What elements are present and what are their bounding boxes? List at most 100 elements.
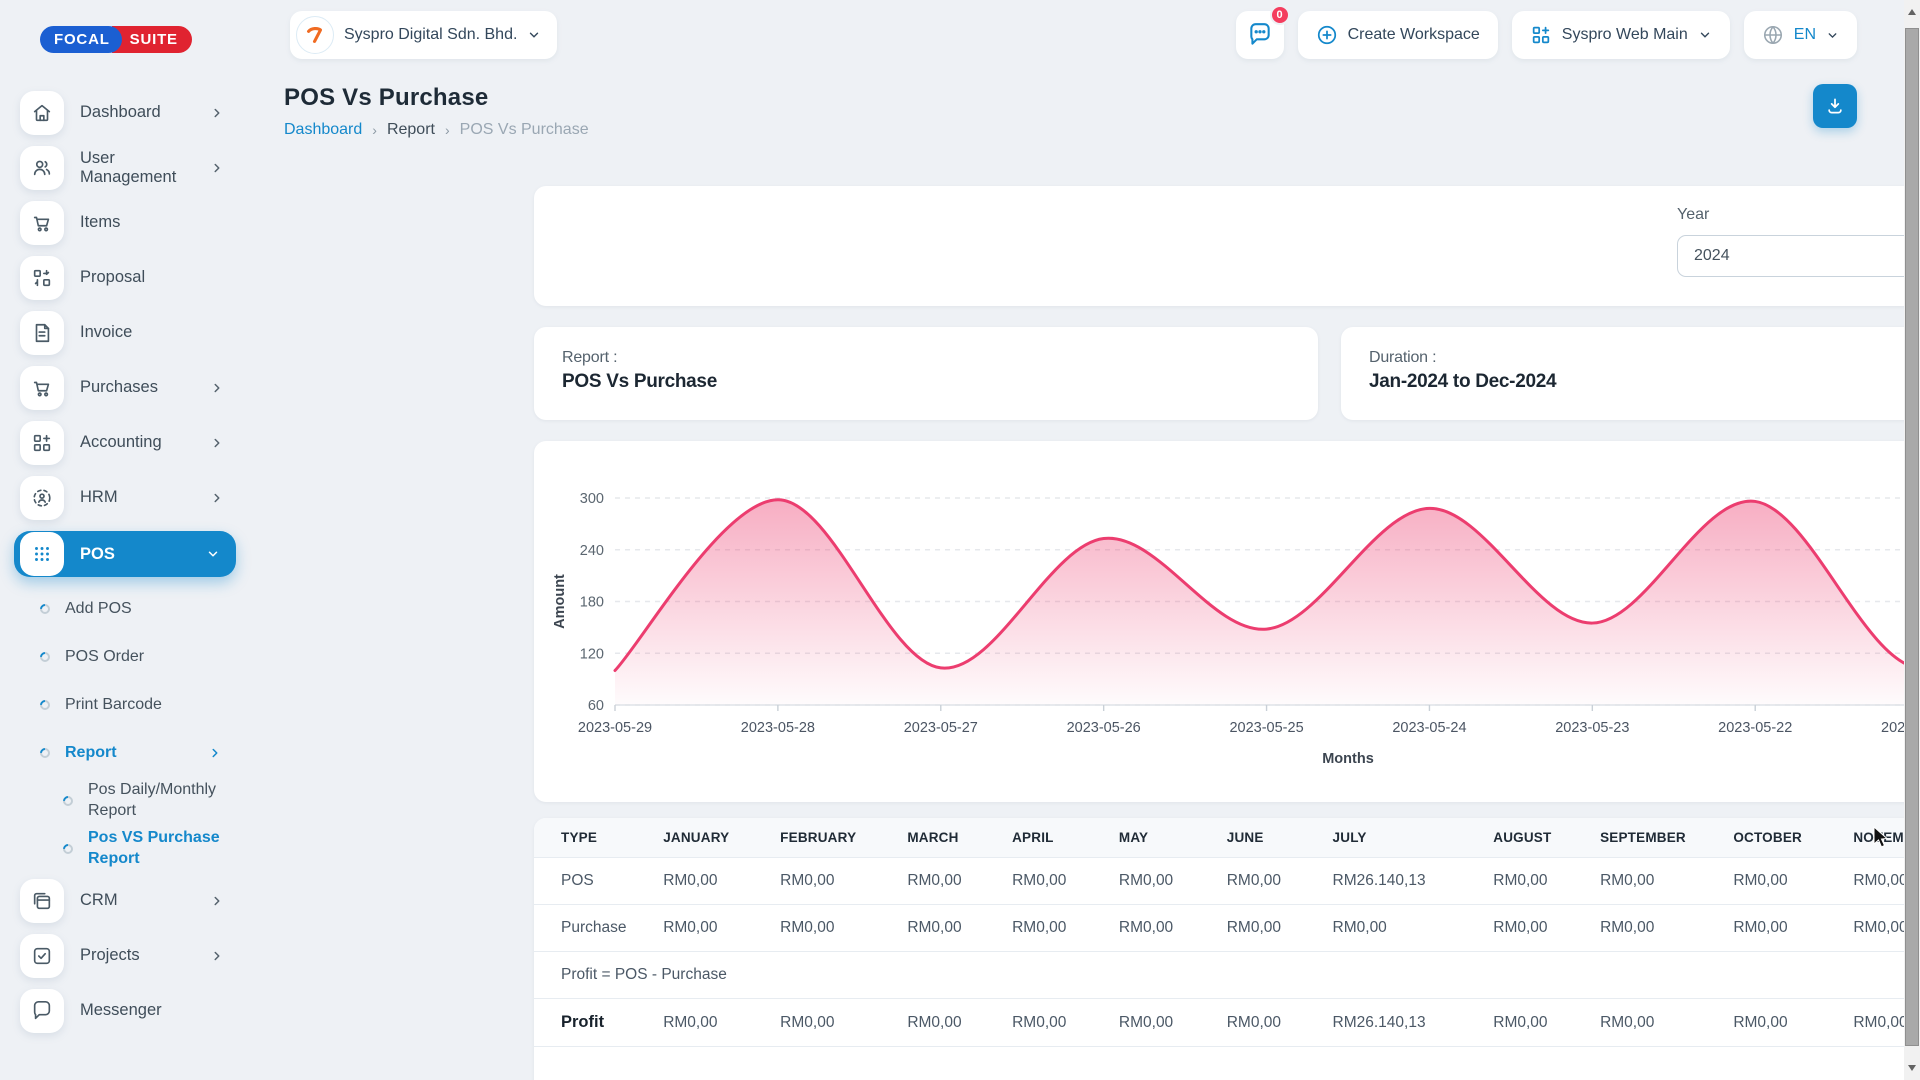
- sidebar-item-proposal[interactable]: Proposal: [0, 250, 250, 305]
- create-workspace-button[interactable]: Create Workspace: [1298, 11, 1498, 59]
- amount-cell: RM0,00: [780, 858, 907, 905]
- chat-button[interactable]: 0: [1236, 11, 1284, 59]
- sidebar-item-purchases[interactable]: Purchases: [0, 360, 250, 415]
- sidebar-item-items[interactable]: Items: [0, 195, 250, 250]
- sidebar-item-pos-vs-purchase-report[interactable]: Pos VS Purchase Report: [0, 825, 250, 873]
- sidebar-item-pos-order[interactable]: POS Order: [0, 633, 250, 681]
- scrollbar-down-arrow-icon[interactable]: [1908, 1065, 1916, 1071]
- pos-vs-purchase-area-chart[interactable]: 300240180120602023-05-292023-05-282023-0…: [534, 441, 1920, 802]
- duration-label: Duration :: [1369, 349, 1920, 367]
- download-icon: [1825, 96, 1845, 116]
- amount-cell: RM26.140,13: [1333, 999, 1494, 1047]
- crm-icon: [20, 879, 64, 923]
- projects-icon: [20, 934, 64, 978]
- amount-cell: RM26.140,13: [1333, 858, 1494, 905]
- workspace-logo: [296, 16, 334, 54]
- chevron-down-icon: [1698, 28, 1712, 42]
- breadcrumb-current: POS Vs Purchase: [460, 121, 589, 139]
- main-area: Syspro Digital Sdn. Bhd. 0 Create Worksp…: [250, 0, 1904, 1080]
- web-main-selector[interactable]: Syspro Web Main: [1512, 11, 1730, 59]
- column-header-october: OCTOBER: [1733, 818, 1853, 858]
- sidebar-item-accounting[interactable]: Accounting: [0, 415, 250, 470]
- table-row-pos[interactable]: POSRM0,00RM0,00RM0,00RM0,00RM0,00RM0,00R…: [534, 858, 1920, 905]
- row-label: Purchase: [534, 905, 663, 952]
- table-row-profit[interactable]: ProfitRM0,00RM0,00RM0,00RM0,00RM0,00RM0,…: [534, 999, 1920, 1047]
- sidebar-subitem-label: POS Order: [65, 647, 144, 668]
- sidebar-nav: Dashboard User Management ItemsProposal Inv…: [0, 85, 250, 1038]
- topbar: Syspro Digital Sdn. Bhd. 0 Create Worksp…: [250, 0, 1904, 70]
- column-header-february: FEBRUARY: [780, 818, 907, 858]
- amount-cell: RM0,00: [1012, 858, 1119, 905]
- sidebar-item-label: Invoice: [80, 323, 250, 342]
- sidebar-subitem-label: Report: [65, 743, 117, 764]
- year-select[interactable]: 2024: [1677, 235, 1920, 277]
- sidebar-item-label: Projects: [80, 946, 210, 965]
- sidebar-item-invoice[interactable]: Invoice: [0, 305, 250, 360]
- chevron-right-icon: [210, 949, 224, 963]
- x-tick-label: 2023-05-28: [741, 720, 815, 736]
- amount-cell: RM0,00: [1119, 858, 1227, 905]
- column-header-july: JULY: [1333, 818, 1494, 858]
- column-header-april: APRIL: [1012, 818, 1119, 858]
- amount-cell: RM0,00: [663, 999, 780, 1047]
- sidebar-item-label: Accounting: [80, 433, 210, 452]
- pos-vs-purchase-table: TYPEJANUARYFEBRUARYMARCHAPRILMAYJUNEJULY…: [534, 818, 1920, 1047]
- chat-bubble-icon: [1247, 22, 1273, 48]
- sidebar-item-pos-daily-monthly-report[interactable]: Pos Daily/Monthly Report: [0, 777, 250, 825]
- breadcrumb-dashboard-link[interactable]: Dashboard: [284, 121, 362, 139]
- report-table-card: TYPEJANUARYFEBRUARYMARCHAPRILMAYJUNEJULY…: [534, 818, 1920, 1080]
- x-tick-label: 2023-05-24: [1392, 720, 1466, 736]
- sidebar-item-label: Messenger: [80, 1001, 250, 1020]
- scrollbar-up-arrow-icon[interactable]: [1908, 9, 1916, 15]
- sidebar-item-hrm[interactable]: HRM: [0, 470, 250, 525]
- column-header-august: AUGUST: [1493, 818, 1600, 858]
- invoice-icon: [20, 311, 64, 355]
- logo-focal: FOCAL: [40, 26, 122, 53]
- breadcrumb-report-link[interactable]: Report: [387, 121, 435, 139]
- report-value: POS Vs Purchase: [562, 371, 1290, 393]
- sidebar: FOCAL SUITE Dashboard User Management Item…: [0, 0, 250, 1080]
- amount-cell: RM0,00: [1600, 999, 1733, 1047]
- vertical-scrollbar[interactable]: [1904, 0, 1920, 1080]
- sidebar-item-messenger[interactable]: Messenger: [0, 983, 250, 1038]
- duration-summary-card: Duration : Jan-2024 to Dec-2024: [1341, 327, 1920, 420]
- sidebar-subitem-label: Print Barcode: [65, 695, 162, 716]
- focal-suite-logo[interactable]: FOCAL SUITE: [40, 26, 192, 53]
- sidebar-item-label: User Management: [80, 149, 210, 187]
- table-row-purchase[interactable]: PurchaseRM0,00RM0,00RM0,00RM0,00RM0,00RM…: [534, 905, 1920, 952]
- sidebar-item-projects[interactable]: Projects: [0, 928, 250, 983]
- y-tick-label: 300: [580, 491, 604, 507]
- sidebar-item-pos[interactable]: POS: [14, 531, 236, 577]
- sidebar-item-print-barcode[interactable]: Print Barcode: [0, 681, 250, 729]
- chat-icon: [20, 989, 64, 1033]
- sidebar-item-label: Dashboard: [80, 103, 210, 122]
- workspace-selector[interactable]: Syspro Digital Sdn. Bhd.: [290, 11, 557, 59]
- x-tick-label: 2023-05-26: [1067, 720, 1141, 736]
- scrollbar-thumb[interactable]: [1905, 28, 1919, 1046]
- workspace-name: Syspro Digital Sdn. Bhd.: [344, 26, 517, 44]
- breadcrumb: Dashboard › Report › POS Vs Purchase: [284, 121, 589, 139]
- year-filter-label: Year: [1677, 206, 1920, 224]
- x-tick-label: 2023-05-27: [904, 720, 978, 736]
- app-window: FOCAL SUITE Dashboard User Management Item…: [0, 0, 1920, 1080]
- sidebar-item-report[interactable]: Report: [0, 729, 250, 777]
- globe-icon: [1762, 24, 1784, 46]
- chevron-right-icon: [210, 161, 224, 175]
- amount-cell: RM0,00: [1012, 905, 1119, 952]
- sidebar-item-dashboard[interactable]: Dashboard: [0, 85, 250, 140]
- sidebar-item-add-pos[interactable]: Add POS: [0, 585, 250, 633]
- amount-cell: RM0,00: [663, 905, 780, 952]
- sidebar-item-crm[interactable]: CRM: [0, 873, 250, 928]
- report-summary-card: Report : POS Vs Purchase: [534, 327, 1318, 420]
- duration-value: Jan-2024 to Dec-2024: [1369, 371, 1920, 393]
- x-tick-label: 2023-05-22: [1718, 720, 1792, 736]
- sidebar-item-user-management[interactable]: User Management: [0, 140, 250, 195]
- amount-cell: RM0,00: [1600, 858, 1733, 905]
- amount-cell: RM0,00: [1227, 905, 1333, 952]
- download-report-button[interactable]: [1813, 84, 1857, 128]
- hrm-icon: [20, 476, 64, 520]
- amount-cell: RM0,00: [907, 905, 1012, 952]
- chart-card: 300240180120602023-05-292023-05-282023-0…: [534, 441, 1920, 802]
- language-selector[interactable]: EN: [1744, 11, 1857, 59]
- amount-cell: RM0,00: [1600, 905, 1733, 952]
